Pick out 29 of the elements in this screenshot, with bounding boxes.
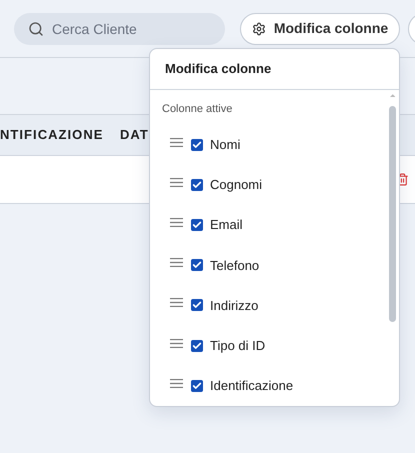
drag-handle-icon[interactable] <box>170 218 183 228</box>
drag-handle-icon[interactable] <box>170 258 183 268</box>
popover-title: Modifica colonne <box>165 60 272 78</box>
column-header: DAT <box>120 126 149 144</box>
column-label: Indirizzo <box>210 296 258 315</box>
checkbox[interactable] <box>191 178 203 191</box>
edit-columns-button[interactable]: Modifica colonne <box>240 12 400 44</box>
search-icon <box>28 20 44 36</box>
column-header: NTIFICAZIONE <box>0 126 104 144</box>
settings-icon <box>252 22 266 36</box>
checkbox[interactable] <box>191 299 203 312</box>
column-label: Tipo di ID <box>210 336 266 355</box>
column-label: Cognomi <box>210 176 262 194</box>
section-label: Colonne attive <box>162 102 234 117</box>
drag-handle-icon[interactable] <box>170 178 183 187</box>
column-label: Email <box>210 216 243 234</box>
checkbox[interactable] <box>191 138 203 151</box>
drag-handle-icon[interactable] <box>170 378 183 388</box>
column-label: Identificazione <box>210 377 294 396</box>
search-field[interactable]: Cerca Cliente <box>14 12 225 44</box>
column-label: Nomi <box>210 136 240 154</box>
drag-handle-icon[interactable] <box>170 298 183 308</box>
checkbox[interactable] <box>191 340 203 352</box>
checkbox[interactable] <box>191 380 203 392</box>
checkbox[interactable] <box>191 219 203 232</box>
checkbox[interactable] <box>191 259 203 272</box>
drag-handle-icon[interactable] <box>170 338 183 348</box>
drag-handle-icon[interactable] <box>170 138 183 147</box>
column-label: Telefono <box>210 256 260 275</box>
